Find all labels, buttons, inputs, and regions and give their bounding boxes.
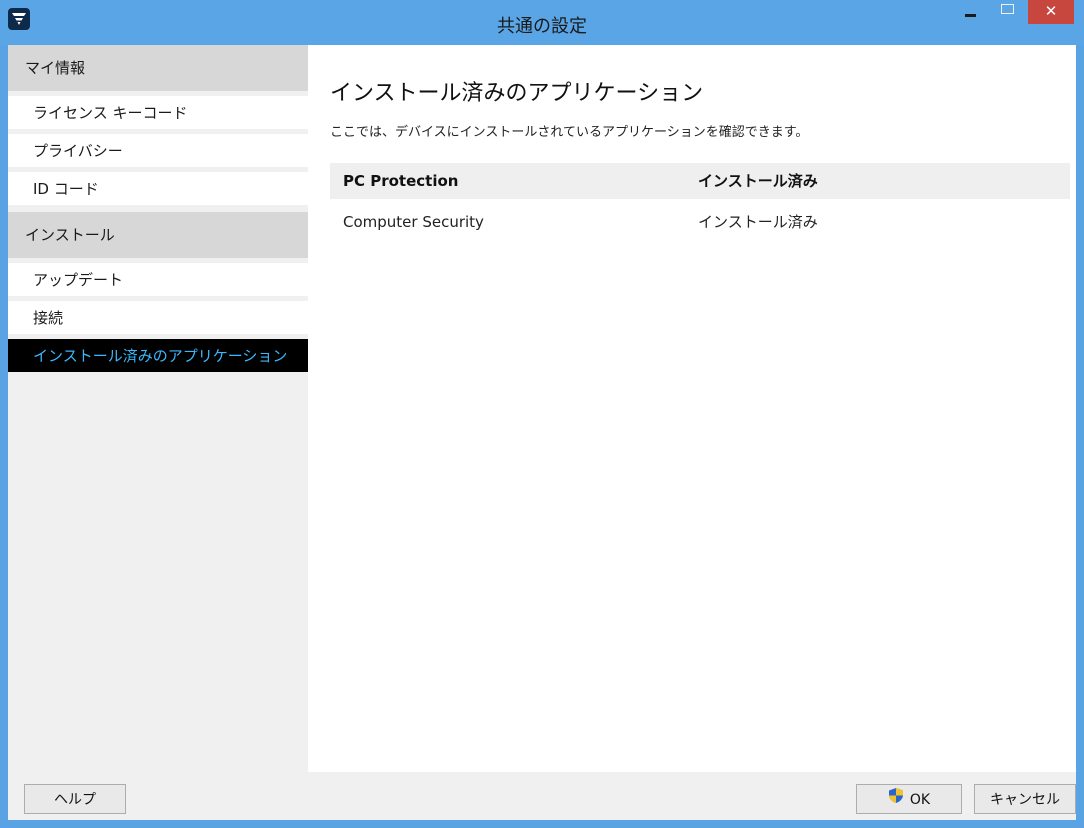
title-bar[interactable]: 共通の設定 ✕ — [0, 0, 1084, 45]
sidebar-item-license-keycode[interactable]: ライセンス キーコード — [8, 96, 308, 130]
sidebar-item-privacy[interactable]: プライバシー — [8, 134, 308, 168]
cell-product-name: Computer Security — [343, 213, 484, 231]
sidebar-group-install[interactable]: インストール — [8, 212, 308, 258]
client-area: マイ情報 ライセンス キーコード プライバシー ID コード インストール アッ… — [8, 45, 1076, 820]
uac-shield-icon — [888, 786, 904, 814]
help-button[interactable]: ヘルプ — [24, 784, 126, 814]
table-row: Computer Security インストール済み — [330, 205, 1070, 239]
sidebar-item-connection[interactable]: 接続 — [8, 301, 308, 335]
ok-button-label: OK — [909, 792, 931, 808]
main-content: インストール済みのアプリケーション ここでは、デバイスにインストールされているア… — [308, 45, 1076, 772]
close-icon[interactable]: ✕ — [1028, 0, 1074, 24]
cell-install-status: インストール済み — [698, 213, 818, 231]
minimize-icon[interactable] — [956, 0, 986, 24]
sidebar-item-installed-applications[interactable]: インストール済みのアプリケーション — [8, 339, 308, 373]
window-title: 共通の設定 — [497, 16, 587, 37]
sidebar: マイ情報 ライセンス キーコード プライバシー ID コード インストール アッ… — [8, 45, 308, 772]
maximize-icon[interactable] — [993, 0, 1023, 24]
sidebar-item-update[interactable]: アップデート — [8, 263, 308, 297]
page-description: ここでは、デバイスにインストールされているアプリケーションを確認できます。 — [330, 125, 809, 140]
sidebar-group-my-info[interactable]: マイ情報 — [8, 45, 308, 91]
ok-button[interactable]: OK — [856, 784, 962, 814]
sidebar-item-id-code[interactable]: ID コード — [8, 172, 308, 206]
settings-window: 共通の設定 ✕ マイ情報 ライセンス キーコード プライバシー ID コード イ… — [0, 0, 1084, 828]
column-header-product: PC Protection — [343, 172, 459, 190]
column-header-status: インストール済み — [698, 172, 818, 190]
page-title: インストール済みのアプリケーション — [330, 81, 704, 106]
footer-bar: ヘルプ OK キャンセル — [8, 772, 1076, 820]
table-header: PC Protection インストール済み — [330, 163, 1070, 199]
cancel-button[interactable]: キャンセル — [974, 784, 1076, 814]
